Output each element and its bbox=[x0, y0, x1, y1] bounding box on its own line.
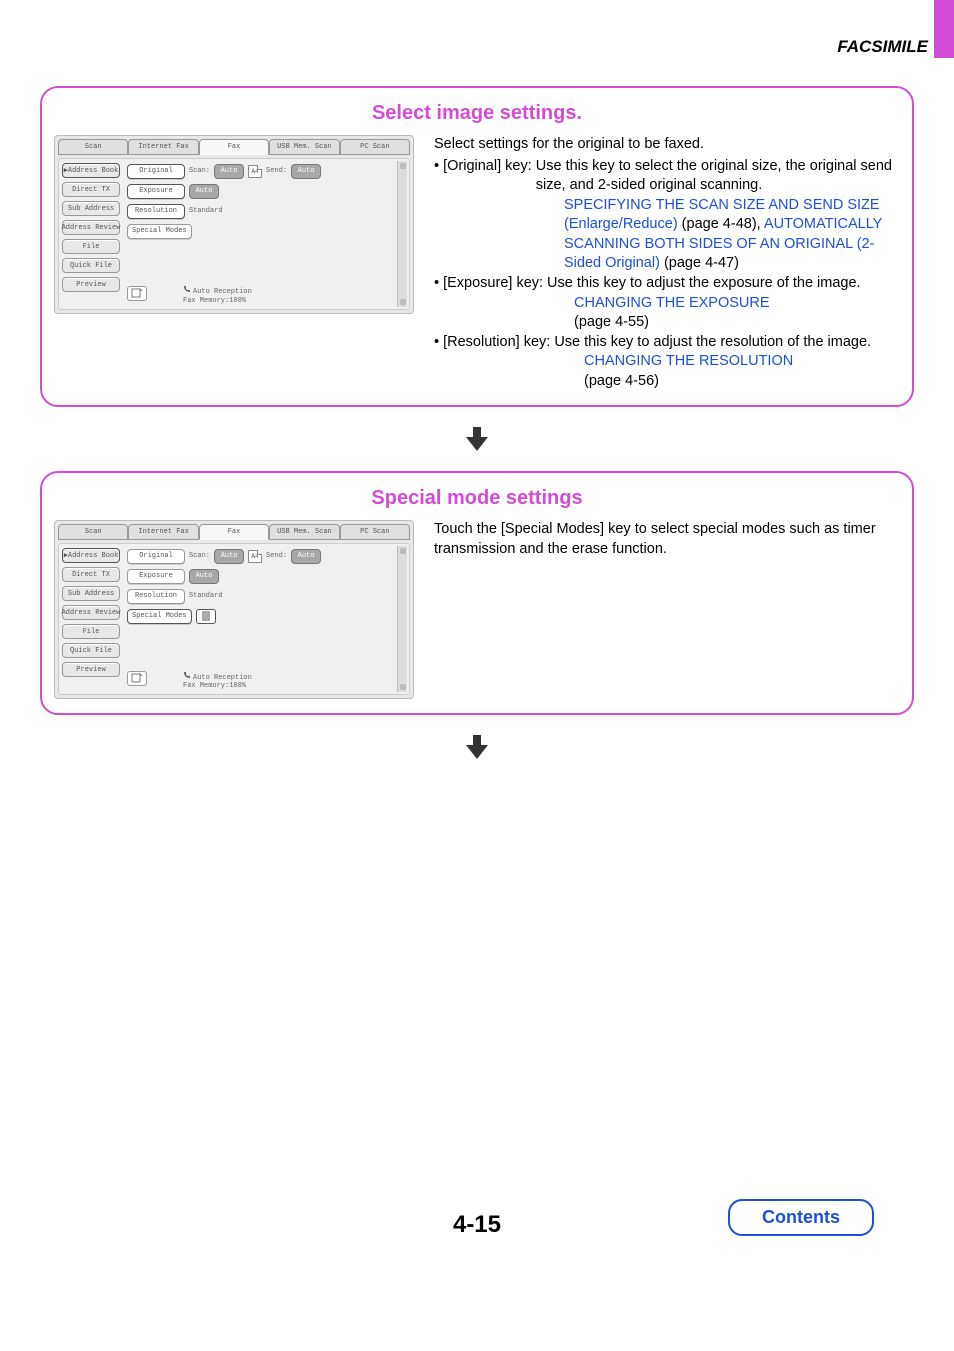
page-header: FACSIMILE bbox=[0, 0, 954, 86]
direct-tx-button[interactable]: Direct TX bbox=[62, 567, 120, 582]
page-ref-1: (page 4-48), bbox=[678, 216, 764, 232]
special-modes-button[interactable]: Special Modes bbox=[127, 609, 192, 624]
tab-scan[interactable]: Scan bbox=[58, 524, 128, 540]
scan-auto-value[interactable]: Auto bbox=[214, 164, 244, 179]
original-key-label: • [Original] key: bbox=[434, 157, 532, 196]
paper-a4-icon: A4 bbox=[248, 165, 262, 178]
card-title: Select image settings. bbox=[54, 102, 900, 125]
exposure-auto-value[interactable]: Auto bbox=[189, 184, 219, 199]
phone-icon bbox=[183, 671, 191, 682]
exposure-button[interactable]: Exposure bbox=[127, 569, 185, 584]
original-key-desc: Use this key to select the original size… bbox=[536, 157, 900, 196]
document-icon[interactable] bbox=[127, 671, 147, 686]
device-panel-2: Scan Internet Fax Fax USB Mem. Scan PC S… bbox=[54, 520, 414, 699]
resolution-value: Standard bbox=[189, 592, 223, 600]
device-panel-1: Scan Internet Fax Fax USB Mem. Scan PC S… bbox=[54, 135, 414, 314]
phone-icon bbox=[183, 285, 191, 296]
address-review-button[interactable]: Address Review bbox=[62, 605, 120, 620]
tab-usb-mem-scan[interactable]: USB Mem. Scan bbox=[269, 524, 339, 540]
sub-address-button[interactable]: Sub Address bbox=[62, 201, 120, 216]
address-book-button[interactable]: ▶Address Book bbox=[62, 548, 120, 563]
page-ref-3: (page 4-55) bbox=[574, 314, 649, 330]
tab-pc-scan[interactable]: PC Scan bbox=[340, 524, 410, 540]
preview-button[interactable]: Preview bbox=[62, 662, 120, 677]
resolution-value: Standard bbox=[189, 207, 223, 215]
card-special-modes: Special mode settings Scan Internet Fax … bbox=[40, 471, 914, 715]
link-resolution[interactable]: CHANGING THE RESOLUTION bbox=[584, 353, 793, 369]
original-button[interactable]: Original bbox=[127, 549, 185, 564]
status-text: Auto Reception Fax Memory:100% bbox=[183, 285, 252, 305]
page-ref-4: (page 4-56) bbox=[584, 373, 659, 389]
scan-label: Scan: bbox=[189, 552, 210, 560]
resolution-key-label: • [Resolution] key: bbox=[434, 333, 550, 353]
panel-scrollbar[interactable] bbox=[397, 546, 407, 692]
exposure-auto-value[interactable]: Auto bbox=[189, 569, 219, 584]
special-modes-button[interactable]: Special Modes bbox=[127, 224, 192, 239]
resolution-button[interactable]: Resolution bbox=[127, 204, 185, 219]
send-label: Send: bbox=[266, 552, 287, 560]
tab-pc-scan[interactable]: PC Scan bbox=[340, 139, 410, 155]
direct-tx-button[interactable]: Direct TX bbox=[62, 182, 120, 197]
header-color-bar bbox=[934, 0, 954, 58]
status-text: Auto Reception Fax Memory:100% bbox=[183, 671, 252, 691]
special-modes-desc: Touch the [Special Modes] key to select … bbox=[434, 520, 900, 559]
scan-label: Scan: bbox=[189, 167, 210, 175]
link-exposure[interactable]: CHANGING THE EXPOSURE bbox=[574, 295, 770, 311]
send-auto-value[interactable]: Auto bbox=[291, 549, 321, 564]
tab-fax[interactable]: Fax bbox=[199, 524, 269, 540]
panel-tabs: Scan Internet Fax Fax USB Mem. Scan PC S… bbox=[58, 139, 410, 155]
preview-button[interactable]: Preview bbox=[62, 277, 120, 292]
exposure-button[interactable]: Exposure bbox=[127, 184, 185, 199]
send-label: Send: bbox=[266, 167, 287, 175]
tab-fax[interactable]: Fax bbox=[199, 139, 269, 155]
special-modes-icon[interactable] bbox=[196, 609, 216, 624]
panel-scrollbar[interactable] bbox=[397, 161, 407, 307]
file-button[interactable]: File bbox=[62, 239, 120, 254]
send-auto-value[interactable]: Auto bbox=[291, 164, 321, 179]
resolution-key-desc: Use this key to adjust the resolution of… bbox=[554, 333, 900, 353]
card1-text: Select settings for the original to be f… bbox=[434, 135, 900, 391]
intro-text: Select settings for the original to be f… bbox=[434, 135, 900, 155]
tab-usb-mem-scan[interactable]: USB Mem. Scan bbox=[269, 139, 339, 155]
down-arrow-icon bbox=[462, 733, 492, 761]
quick-file-button[interactable]: Quick File bbox=[62, 643, 120, 658]
tab-internet-fax[interactable]: Internet Fax bbox=[128, 139, 198, 155]
card-image-settings: Select image settings. Scan Internet Fax… bbox=[40, 86, 914, 407]
address-review-button[interactable]: Address Review bbox=[62, 220, 120, 235]
header-title: FACSIMILE bbox=[837, 37, 928, 57]
exposure-key-desc: Use this key to adjust the exposure of t… bbox=[547, 274, 900, 294]
quick-file-button[interactable]: Quick File bbox=[62, 258, 120, 273]
resolution-button[interactable]: Resolution bbox=[127, 589, 185, 604]
address-book-button[interactable]: ▶Address Book bbox=[62, 163, 120, 178]
document-icon[interactable] bbox=[127, 286, 147, 301]
card2-title: Special mode settings bbox=[54, 487, 900, 510]
tab-scan[interactable]: Scan bbox=[58, 139, 128, 155]
tab-internet-fax[interactable]: Internet Fax bbox=[128, 524, 198, 540]
panel-tabs: Scan Internet Fax Fax USB Mem. Scan PC S… bbox=[58, 524, 410, 540]
page-ref-2: (page 4-47) bbox=[660, 255, 739, 271]
original-button[interactable]: Original bbox=[127, 164, 185, 179]
exposure-key-label: • [Exposure] key: bbox=[434, 274, 543, 294]
sub-address-button[interactable]: Sub Address bbox=[62, 586, 120, 601]
down-arrow-icon bbox=[462, 425, 492, 453]
card2-text: Touch the [Special Modes] key to select … bbox=[434, 520, 900, 699]
contents-button[interactable]: Contents bbox=[728, 1199, 874, 1236]
file-button[interactable]: File bbox=[62, 624, 120, 639]
scan-auto-value[interactable]: Auto bbox=[214, 549, 244, 564]
paper-a4-icon: A4 bbox=[248, 550, 262, 563]
